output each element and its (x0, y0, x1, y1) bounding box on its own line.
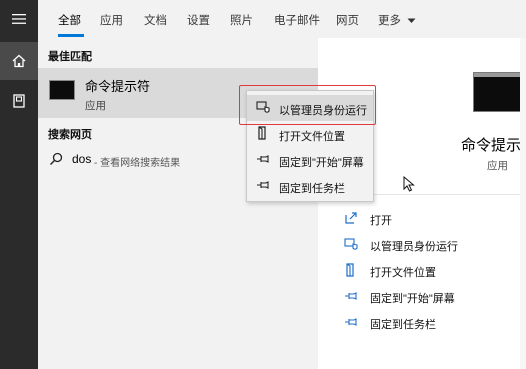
context-menu-label: 以管理员身份运行 (279, 105, 367, 117)
context-menu-run-as-admin[interactable]: 以管理员身份运行 (247, 95, 373, 121)
search-icon (50, 152, 63, 165)
pin-icon (257, 155, 269, 163)
tab-documents[interactable]: 文档 (144, 12, 167, 28)
best-match-title: 命令提示符 (85, 79, 151, 94)
preview-action-label: 固定到任务栏 (370, 319, 436, 331)
best-match-heading: 最佳匹配 (48, 51, 92, 63)
command-prompt-app-icon (49, 80, 75, 100)
open-icon (345, 212, 357, 224)
context-menu-pin-start[interactable]: 固定到"开始"屏幕 (247, 147, 373, 173)
preview-subtitle: 应用 (487, 160, 508, 172)
pin-icon (345, 318, 357, 326)
best-match-subtitle: 应用 (85, 100, 106, 112)
preview-title: 命令提示符 (461, 137, 526, 154)
preview-action-run-as-admin[interactable]: 以管理员身份运行 (318, 234, 526, 256)
tab-more-label: 更多 (378, 15, 401, 27)
thumb-titlebar (474, 73, 522, 77)
command-prompt-large-icon (473, 72, 523, 112)
context-menu: 以管理员身份运行 打开文件位置 固定到"开始"屏幕 固定到任务栏 (246, 90, 374, 202)
web-search-hint: - 查看网络搜索结果 (94, 158, 181, 169)
left-rail (0, 0, 38, 369)
hamburger-menu-icon[interactable] (0, 0, 38, 38)
file-location-icon (258, 126, 266, 140)
preview-action-label: 以管理员身份运行 (370, 241, 458, 253)
tab-settings[interactable]: 设置 (187, 12, 210, 28)
preview-action-open[interactable]: 打开 (318, 208, 526, 230)
chevron-down-icon (407, 18, 416, 23)
pin-icon (257, 181, 269, 189)
preview-action-pin-taskbar[interactable]: 固定到任务栏 (318, 312, 526, 334)
panel-edge (520, 38, 526, 369)
tab-photos[interactable]: 照片 (230, 12, 253, 28)
context-menu-label: 固定到"开始"屏幕 (279, 157, 364, 169)
preview-action-label: 打开 (370, 215, 392, 227)
pin-icon (345, 292, 357, 300)
mouse-cursor-icon (403, 176, 415, 192)
tab-apps[interactable]: 应用 (100, 12, 123, 28)
context-menu-pin-taskbar[interactable]: 固定到任务栏 (247, 173, 373, 199)
context-menu-label: 打开文件位置 (279, 131, 345, 143)
active-tab-indicator (58, 34, 84, 37)
results-panel: 最佳匹配 命令提示符 应用 搜索网页 dos - 查看网络搜索结果 (38, 38, 318, 369)
notebook-icon[interactable] (0, 82, 38, 120)
preview-action-label: 打开文件位置 (370, 267, 436, 279)
tab-more[interactable]: 更多 (378, 12, 416, 28)
preview-action-open-file-location[interactable]: 打开文件位置 (318, 260, 526, 282)
file-location-icon (346, 263, 354, 277)
context-menu-label: 固定到任务栏 (279, 183, 345, 195)
preview-action-label: 固定到"开始"屏幕 (370, 293, 455, 305)
tab-all[interactable]: 全部 (58, 12, 81, 28)
shield-run-icon (256, 101, 270, 113)
web-search-heading: 搜索网页 (48, 129, 92, 141)
search-filter-tabs: 全部 应用 文档 设置 照片 电子邮件 网页 更多 (38, 0, 526, 38)
tab-web[interactable]: 网页 (336, 12, 359, 28)
home-icon[interactable] (0, 42, 38, 80)
context-menu-open-file-location[interactable]: 打开文件位置 (247, 121, 373, 147)
preview-action-pin-start[interactable]: 固定到"开始"屏幕 (318, 286, 526, 308)
shield-run-icon (344, 238, 358, 250)
tab-email[interactable]: 电子邮件 (274, 12, 320, 28)
web-search-query: dos (72, 152, 92, 166)
preview-panel: 命令提示符 应用 打开 以管理员身份运行 打开文件位置 固定到"开始"屏幕 固定… (318, 38, 526, 369)
